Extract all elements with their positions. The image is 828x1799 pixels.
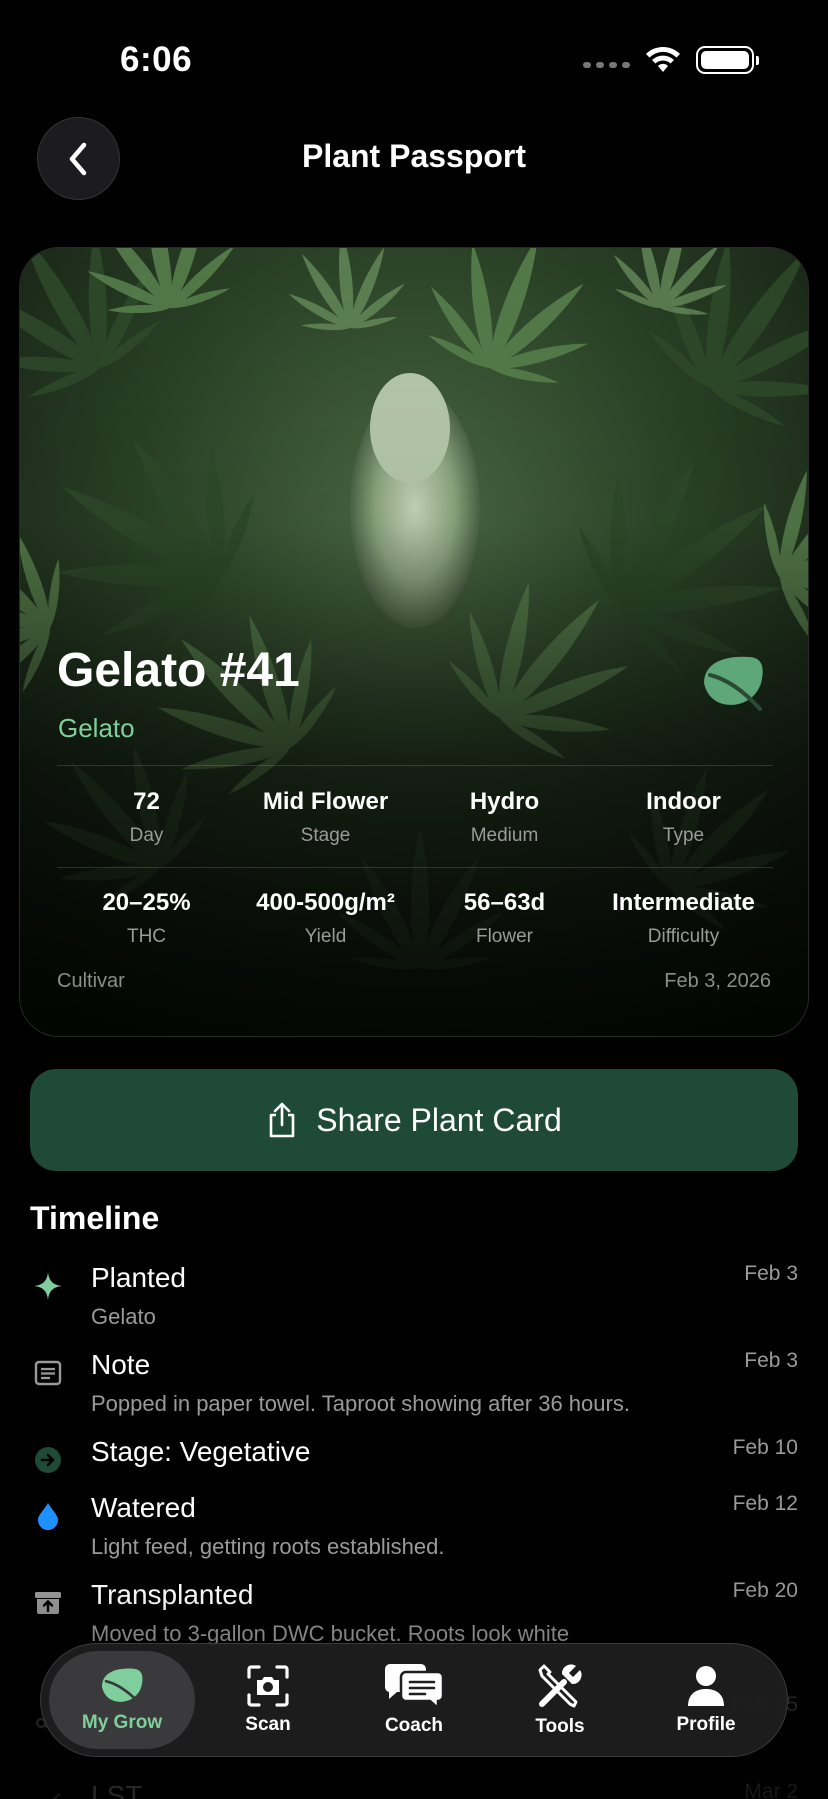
stats-row-primary: 72 Day Mid Flower Stage Hydro Medium Ind… [57,788,773,847]
tools-icon [538,1664,582,1708]
timeline-item-date: Mar 2 [744,1780,798,1799]
tab-label: Coach [384,1715,444,1736]
tab-bar: My Grow Scan Coach Tools Profile [40,1643,788,1757]
stat-medium: Hydro Medium [469,788,540,846]
cellular-icon [583,62,630,68]
person-icon [688,1666,724,1706]
plant-name: Gelato #41 [57,644,300,697]
stat-thc: 20–25% THC [102,889,191,947]
stats-row-secondary: 20–25% THC 400-500g/m² Yield 56–63d Flow… [57,889,773,948]
tab-profile[interactable]: Profile [633,1651,779,1749]
wifi-icon [646,46,680,72]
tab-label: Tools [535,1716,585,1737]
plant-card: Gelato #41 Gelato 72 Day Mid Flower Stag… [19,247,809,1037]
leaf-icon [704,656,763,711]
stat-flower: 56–63d Flower [463,889,546,947]
share-button-label: Share Plant Card [316,1101,562,1138]
timeline-item-title: Note [91,1349,151,1380]
arrow-circle-icon [30,1442,66,1478]
timeline-item-date: Feb 10 [732,1436,798,1459]
card-divider [57,765,773,766]
status-bar: 6:06 [0,0,828,110]
scissors-icon [30,1786,66,1799]
stat-stage: Mid Flower Stage [262,788,389,846]
note-icon [30,1355,66,1391]
timeline-item-date: Feb 12 [732,1492,798,1515]
stat-day: 72 Day [129,788,164,846]
status-time: 6:06 [120,40,193,79]
timeline-item-title: Watered [91,1492,196,1523]
stat-yield: 400-500g/m² Yield [256,889,395,947]
sparkle-icon [30,1268,66,1304]
chat-bubbles-icon [384,1664,445,1709]
status-icons [583,46,759,74]
tab-label: My Grow [81,1712,163,1733]
tab-coach[interactable]: Coach [341,1651,487,1749]
stat-difficulty: Intermediate Difficulty [612,889,755,947]
card-footer-date: Feb 3, 2026 [664,970,771,992]
tab-label: Scan [245,1714,291,1735]
card-footer-label: Cultivar [57,970,125,992]
leaf-icon [102,1668,143,1706]
camera-scan-icon [247,1665,289,1707]
timeline-heading: Timeline [30,1200,160,1236]
timeline-item-title: LST [91,1780,143,1799]
timeline-item-date: Feb 20 [732,1579,798,1602]
timeline-item-title: Stage: Vegetative [91,1436,311,1467]
share-icon [269,1102,295,1138]
timeline-item-title: Planted [91,1262,186,1293]
stat-type: Indoor Type [646,788,721,846]
timeline-item-date: Feb 3 [744,1349,798,1372]
timeline-item-subtitle: Popped in paper towel. Taproot showing a… [91,1391,630,1416]
battery-icon [696,46,759,74]
page-title: Plant Passport [301,138,527,174]
tab-label: Profile [676,1714,736,1735]
timeline-item-title: Transplanted [91,1579,254,1610]
card-divider [57,867,773,868]
timeline-item-date: Feb 3 [744,1262,798,1285]
transplant-icon [30,1585,66,1621]
tab-tools[interactable]: Tools [487,1651,633,1749]
timeline-item-subtitle: Gelato [91,1304,156,1329]
water-drop-icon [30,1498,66,1534]
plant-strain: Gelato [58,713,135,743]
tab-scan[interactable]: Scan [195,1651,341,1749]
tab-my-grow[interactable]: My Grow [49,1651,195,1749]
share-plant-card-button[interactable]: Share Plant Card [30,1069,798,1171]
timeline-item-subtitle: Light feed, getting roots established. [91,1534,445,1559]
